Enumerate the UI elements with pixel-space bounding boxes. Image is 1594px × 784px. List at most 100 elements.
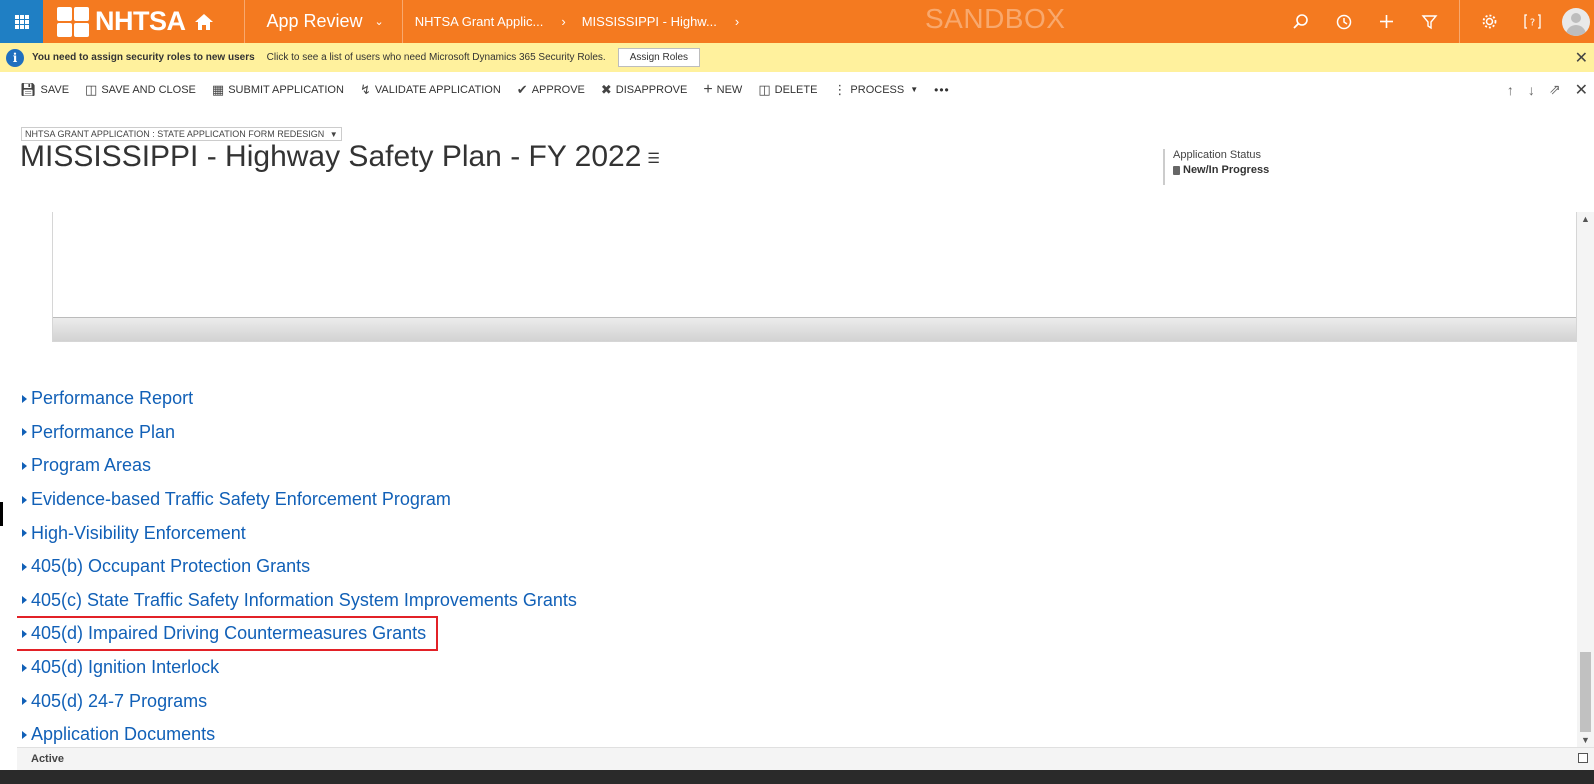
vertical-scrollbar[interactable]: ▲ ▼ [1577,212,1594,747]
breadcrumb-record[interactable]: MISSISSIPPI - Highw... [582,14,717,29]
approve-button[interactable]: ✔ APPROVE [517,82,585,98]
expand-triangle-icon [22,663,27,672]
breadcrumb-entity[interactable]: NHTSA Grant Applic... [415,14,544,29]
new-label: NEW [716,83,743,96]
form-content: Performance Report Performance Plan Prog… [17,212,1577,760]
app-launcher-button[interactable] [0,0,43,43]
submit-application-button[interactable]: ▦ SUBMIT APPLICATION [212,82,344,98]
nhtsa-logo[interactable]: NHTSA [57,0,214,43]
delete-label: DELETE [774,83,818,96]
expand-triangle-icon [22,596,27,605]
section-list: Performance Report Performance Plan Prog… [17,382,577,752]
next-record-icon[interactable]: ↓ [1528,82,1535,98]
form-selector[interactable]: NHTSA GRANT APPLICATION : STATE APPLICAT… [21,127,342,141]
search-button[interactable] [1279,0,1322,43]
section-performance-plan[interactable]: Performance Plan [17,416,577,450]
settings-button[interactable] [1468,0,1511,43]
scroll-down-icon[interactable]: ▼ [1581,735,1590,745]
section-label: 405(d) Ignition Interlock [31,657,220,678]
more-icon: ••• [934,82,950,97]
trash-icon: ◫ [758,81,771,97]
chevron-down-icon: ⌄ [374,16,384,28]
nav-divider [1459,0,1460,43]
save-close-label: SAVE AND CLOSE [101,83,196,96]
record-state: Active [31,753,65,765]
search-icon [1293,14,1308,29]
status-label: Application Status [1173,149,1262,161]
chevron-down-icon: ▼ [910,85,919,94]
record-navigation: ↑ ↓ ⇗ ✕ [1493,72,1588,107]
status-value-text: New/In Progress [1183,164,1270,176]
subgrid-panel [52,212,1577,342]
close-icon[interactable]: ✕ [1575,48,1588,68]
process-label: PROCESS [850,83,905,96]
expand-triangle-icon [22,529,27,538]
save-icon[interactable] [1578,753,1588,763]
record-title-text: MISSISSIPPI - Highway Safety Plan - FY 2… [20,140,642,173]
section-405b-occupant-protection[interactable]: 405(b) Occupant Protection Grants [17,550,577,584]
assign-roles-button[interactable]: Assign Roles [617,48,701,67]
validate-icon: ↯ [359,81,371,97]
submit-icon: ▦ [211,81,225,97]
section-405d-ignition-interlock[interactable]: 405(d) Ignition Interlock [17,651,577,685]
expand-triangle-icon [22,428,27,437]
save-close-icon: ◫ [85,81,98,97]
more-commands-button[interactable]: ••• [934,83,950,97]
section-label: Program Areas [31,455,152,476]
section-label: 405(d) Impaired Driving Countermeasures … [31,623,427,644]
filter-icon [1421,15,1438,30]
section-high-visibility-enforcement[interactable]: High-Visibility Enforcement [17,516,577,550]
list-menu-icon[interactable]: ☰ [647,150,660,166]
expand-triangle-icon [22,461,27,470]
page-title: MISSISSIPPI - Highway Safety Plan - FY 2… [20,140,660,174]
section-label: 405(c) State Traffic Safety Information … [31,589,577,610]
new-button[interactable]: + NEW [703,81,742,99]
save-and-close-button[interactable]: ◫ SAVE AND CLOSE [85,82,196,98]
previous-record-icon[interactable]: ↑ [1507,82,1514,98]
add-icon [1380,15,1393,28]
section-405c-traffic-safety-info[interactable]: 405(c) State Traffic Safety Information … [17,584,577,618]
advanced-find-button[interactable] [1408,0,1451,43]
create-button[interactable] [1365,0,1408,43]
section-405d-24-7-programs[interactable]: 405(d) 24-7 Programs [17,684,577,718]
notification-bar: i You need to assign security roles to n… [0,43,1594,72]
home-icon[interactable] [194,12,214,32]
logo-text: NHTSA [95,6,186,36]
section-label: Evidence-based Traffic Safety Enforcemen… [31,489,451,510]
section-performance-report[interactable]: Performance Report [17,382,577,416]
delete-button[interactable]: ◫ DELETE [758,82,817,98]
recent-button[interactable] [1322,0,1365,43]
approve-label: APPROVE [531,83,585,96]
section-program-areas[interactable]: Program Areas [17,449,577,483]
app-switcher[interactable]: App Review ⌄ [267,11,384,32]
section-evidence-based-enforcement[interactable]: Evidence-based Traffic Safety Enforcemen… [17,483,577,517]
check-circle-icon: ✔ [516,81,528,97]
chevron-right-icon[interactable]: › [735,14,739,29]
waffle-icon [14,14,29,29]
scroll-up-icon[interactable]: ▲ [1581,214,1590,224]
notification-message[interactable]: Click to see a list of users who need Mi… [267,52,606,63]
expand-triangle-icon [22,394,27,403]
validate-application-button[interactable]: ↯ VALIDATE APPLICATION [360,82,501,98]
validate-label: VALIDATE APPLICATION [374,83,501,96]
info-icon: i [6,48,24,67]
disapprove-label: DISAPPROVE [615,83,688,96]
section-405d-impaired-driving[interactable]: 405(d) Impaired Driving Countermeasures … [17,616,439,652]
disapprove-button[interactable]: ✖ DISAPPROVE [601,82,687,98]
save-button[interactable]: 💾︎ SAVE [20,82,69,98]
top-nav-bar: NHTSA App Review ⌄ NHTSA Grant Applic...… [0,0,1594,43]
help-icon: ? [1524,14,1541,29]
scroll-thumb[interactable] [1580,652,1591,732]
nav-divider [243,0,245,43]
popout-icon[interactable]: ⇗ [1549,81,1561,98]
expand-triangle-icon [22,730,27,739]
form-selector-label: NHTSA GRANT APPLICATION : STATE APPLICAT… [25,129,325,139]
user-avatar[interactable] [1562,7,1590,36]
close-icon[interactable]: ✕ [1575,80,1588,100]
chevron-right-icon: › [561,14,566,29]
history-icon [1336,14,1352,30]
expand-triangle-icon [22,697,27,706]
process-button[interactable]: ⋮ PROCESS ▼ [833,82,918,98]
help-button[interactable]: ? [1511,0,1554,43]
section-label: High-Visibility Enforcement [31,522,246,543]
